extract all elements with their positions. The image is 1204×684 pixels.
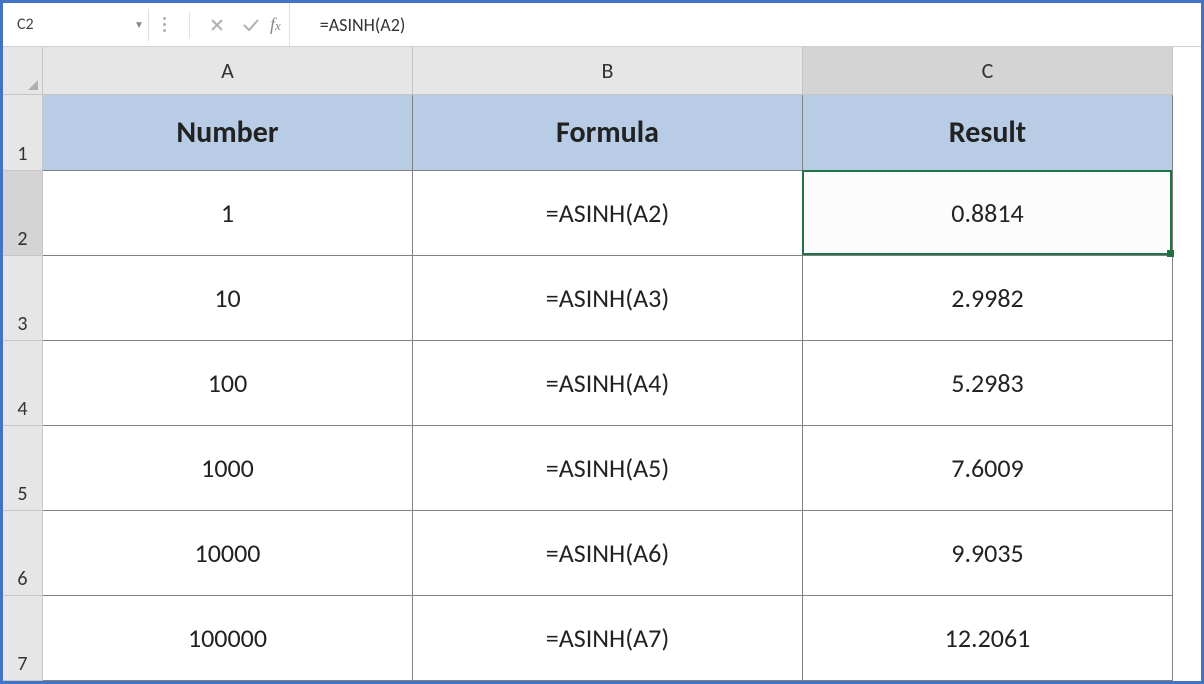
data-cell[interactable]: 1000 — [43, 426, 413, 511]
data-cell[interactable]: 100000 — [43, 596, 413, 681]
fx-button[interactable]: fx — [270, 14, 281, 35]
column-headers: ABC — [43, 47, 1201, 95]
data-cell[interactable]: 0.8814 — [803, 171, 1173, 256]
x-icon — [209, 17, 225, 33]
header-cell[interactable]: Formula — [413, 95, 803, 171]
app-frame: C2 ▼ fx =ASINH(A2) ABC 1234567 NumberFor… — [0, 0, 1204, 684]
cells-area: NumberFormulaResult1=ASINH(A2)0.881410=A… — [43, 95, 1201, 681]
data-cell[interactable]: 1 — [43, 171, 413, 256]
separator — [189, 12, 190, 38]
chevron-down-icon: ▼ — [134, 18, 144, 31]
data-cell[interactable]: 9.9035 — [803, 511, 1173, 596]
formula-input[interactable]: =ASINH(A2) — [289, 3, 1201, 46]
data-cell[interactable]: =ASINH(A2) — [413, 171, 803, 256]
data-cell[interactable]: =ASINH(A6) — [413, 511, 803, 596]
formula-bar: C2 ▼ fx =ASINH(A2) — [3, 3, 1201, 47]
header-cell[interactable]: Number — [43, 95, 413, 171]
data-cell[interactable]: =ASINH(A7) — [413, 596, 803, 681]
data-cell[interactable]: 100 — [43, 341, 413, 426]
cancel-button[interactable] — [200, 9, 234, 41]
row-header[interactable]: 6 — [3, 511, 43, 596]
row-header[interactable]: 4 — [3, 341, 43, 426]
row-header[interactable]: 3 — [3, 256, 43, 341]
select-all-corner[interactable] — [3, 47, 43, 95]
data-cell[interactable]: 7.6009 — [803, 426, 1173, 511]
name-box[interactable]: C2 — [9, 11, 130, 38]
name-box-container: C2 ▼ — [9, 9, 149, 41]
column-header-b[interactable]: B — [413, 47, 803, 95]
data-cell[interactable]: 10000 — [43, 511, 413, 596]
row-header[interactable]: 1 — [3, 95, 43, 171]
data-cell[interactable]: 2.9982 — [803, 256, 1173, 341]
header-cell[interactable]: Result — [803, 95, 1173, 171]
data-cell[interactable]: 5.2983 — [803, 341, 1173, 426]
check-icon — [242, 17, 260, 33]
row-header[interactable]: 5 — [3, 426, 43, 511]
row-headers: 1234567 — [3, 95, 43, 681]
row-header[interactable]: 7 — [3, 596, 43, 681]
resize-grip-icon[interactable] — [155, 17, 173, 32]
column-header-a[interactable]: A — [43, 47, 413, 95]
data-cell[interactable]: =ASINH(A4) — [413, 341, 803, 426]
data-cell[interactable]: 12.2061 — [803, 596, 1173, 681]
column-header-c[interactable]: C — [803, 47, 1173, 95]
data-cell[interactable]: =ASINH(A3) — [413, 256, 803, 341]
row-header[interactable]: 2 — [3, 171, 43, 256]
data-cell[interactable]: 10 — [43, 256, 413, 341]
spreadsheet-grid: ABC 1234567 NumberFormulaResult1=ASINH(A… — [3, 47, 1201, 681]
name-box-dropdown[interactable]: ▼ — [130, 9, 148, 41]
data-cell[interactable]: =ASINH(A5) — [413, 426, 803, 511]
confirm-button[interactable] — [234, 9, 268, 41]
